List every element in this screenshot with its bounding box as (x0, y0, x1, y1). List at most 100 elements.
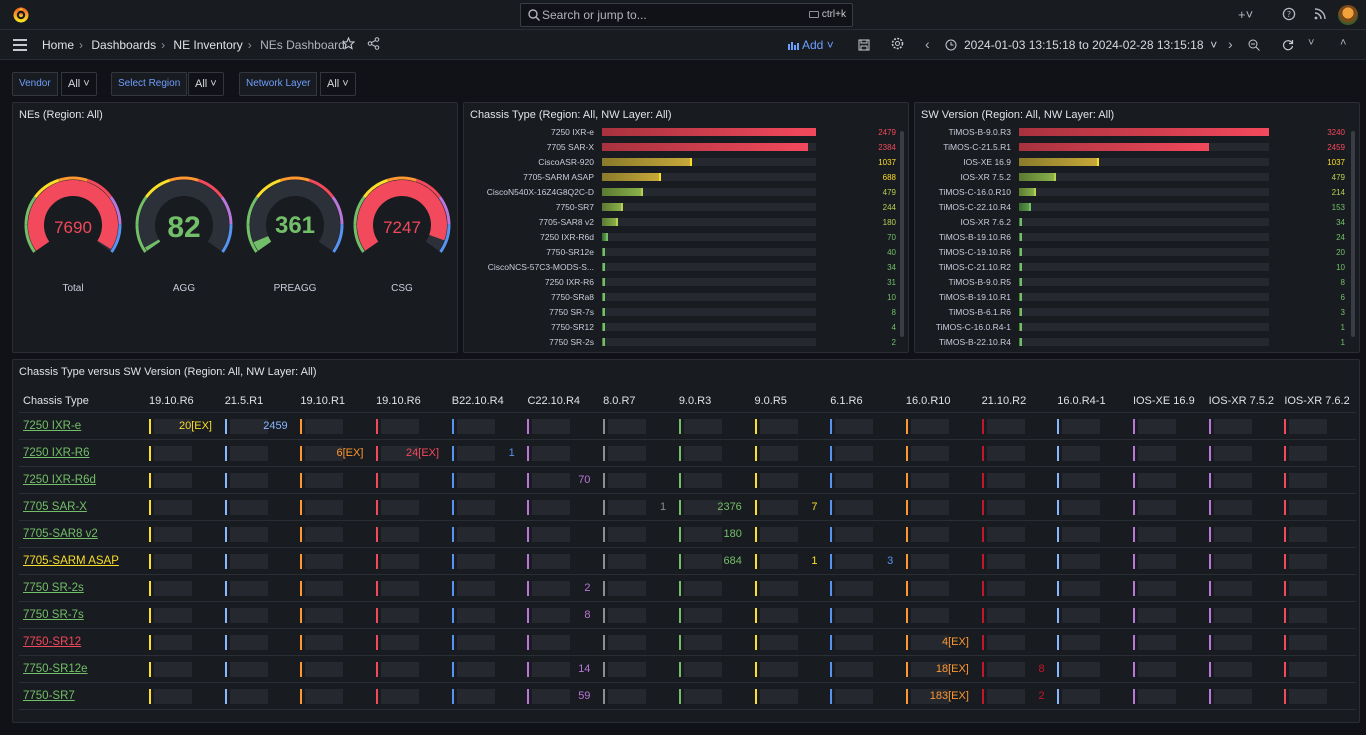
column-header[interactable]: IOS-XR 7.6.2 (1280, 390, 1356, 413)
cell-color-marker (1208, 607, 1211, 623)
column-header[interactable]: 21.5.R1 (220, 390, 297, 413)
cell-bar-track (986, 445, 1025, 461)
bar-value: 34 (1336, 218, 1345, 227)
variable-region-select[interactable]: All ˅ (188, 72, 224, 96)
variable-vendor-select[interactable]: All ˅ (61, 72, 97, 96)
save-icon[interactable] (858, 38, 870, 54)
table-cell (372, 628, 448, 656)
time-range-picker[interactable]: 2024-01-03 13:15:18 to 2024-02-28 13:15:… (964, 38, 1217, 52)
breadcrumb-home[interactable]: Home (42, 38, 74, 52)
menu-icon[interactable] (13, 39, 27, 51)
time-forward-icon[interactable]: › (1228, 36, 1233, 52)
cell-value: 70 (578, 473, 591, 486)
cell-color-marker (905, 688, 908, 704)
cell-bar-track (683, 634, 722, 650)
grafana-logo-icon[interactable] (12, 6, 30, 24)
cell-bar-track (1137, 499, 1176, 515)
share-icon[interactable] (367, 37, 380, 53)
breadcrumb-folder[interactable]: NE Inventory (173, 38, 242, 52)
breadcrumb: Home › Dashboards › NE Inventory › NEs Dash… (42, 38, 345, 52)
cell-color-marker (981, 634, 984, 650)
bar-row: TiMOS-C-16.0.R4-1 1 (915, 320, 1359, 335)
cell-bar-track (381, 472, 420, 488)
table-cell: 1 (750, 547, 827, 575)
refresh-interval-chevron-icon[interactable]: ˅ (1308, 37, 1314, 49)
scrollbar[interactable] (900, 131, 904, 337)
cell-bar-track (910, 472, 949, 488)
cell-bar-track (229, 472, 268, 488)
chassis-type-link[interactable]: 7705-SARM ASAP (19, 547, 145, 575)
cell-color-marker (905, 661, 908, 677)
settings-gear-icon[interactable] (891, 37, 904, 53)
column-header[interactable]: IOS-XE 16.9 (1128, 390, 1205, 413)
chassis-type-link[interactable]: 7250 IXR-R6d (19, 466, 145, 494)
variable-network-layer-select[interactable]: All ˅ (320, 72, 356, 96)
cell-color-marker (149, 445, 151, 461)
collapse-chevron-up-icon[interactable]: ˄ (1340, 37, 1346, 49)
chassis-type-link[interactable]: 7250 IXR-R6 (19, 439, 145, 467)
chassis-type-link[interactable]: 7250 IXR-e (19, 412, 145, 440)
chassis-type-link[interactable]: 7750-SR12e (19, 655, 145, 683)
bar-value: 244 (882, 203, 896, 212)
cell-color-marker (224, 607, 227, 623)
bar-label: 7750-SR7 (555, 202, 594, 212)
column-header[interactable]: 19.10.R6 (372, 390, 448, 413)
cell-color-marker (376, 526, 379, 542)
zoom-out-icon[interactable] (1248, 38, 1260, 54)
cell-bar-track (1213, 580, 1252, 596)
chassis-type-link[interactable]: 7705 SAR-X (19, 493, 145, 521)
plus-icon[interactable]: +˅ (1238, 7, 1253, 22)
table-cell (296, 628, 373, 656)
column-header[interactable]: 21.10.R2 (977, 390, 1054, 413)
table-cell (750, 466, 827, 494)
cell-bar-track (229, 607, 268, 623)
table-cell (145, 493, 221, 521)
column-header[interactable]: 9.0.R3 (674, 390, 751, 413)
column-header[interactable]: 19.10.R1 (296, 390, 373, 413)
column-header[interactable]: 6.1.R6 (826, 390, 902, 413)
chassis-type-link[interactable]: 7750 SR-2s (19, 574, 145, 602)
column-header[interactable]: 16.0.R10 (901, 390, 978, 413)
cell-color-marker (678, 580, 681, 596)
column-header[interactable]: 16.0.R4-1 (1053, 390, 1129, 413)
column-header[interactable]: B22.10.R4 (447, 390, 524, 413)
scrollbar[interactable] (1351, 131, 1355, 337)
column-header[interactable]: 8.0.R7 (599, 390, 675, 413)
chassis-vs-sw-panel: Chassis Type versus SW Version (Region: … (12, 359, 1360, 723)
refresh-icon[interactable] (1282, 38, 1294, 54)
cell-color-marker (981, 472, 984, 488)
gauge-threshold-segment (58, 176, 88, 182)
bar-value: 1037 (878, 158, 896, 167)
help-icon[interactable]: ? (1282, 7, 1296, 24)
chassis-type-link[interactable]: 7705-SAR8 v2 (19, 520, 145, 548)
cell-color-marker (678, 526, 681, 542)
breadcrumb-dashboards[interactable]: Dashboards (91, 38, 156, 52)
cell-value: 18[EX] (935, 662, 969, 675)
cell-color-marker (376, 472, 379, 488)
star-icon[interactable] (341, 36, 356, 53)
cell-color-marker (754, 499, 757, 515)
table-cell (1128, 601, 1205, 629)
chassis-type-link[interactable]: 7750 SR-7s (19, 601, 145, 629)
cell-bar-track (1137, 607, 1176, 623)
cell-color-marker (905, 580, 908, 596)
chassis-type-link[interactable]: 7750-SR12 (19, 628, 145, 656)
bar-fill (602, 233, 609, 241)
column-header-chassis-type[interactable]: Chassis Type (19, 390, 145, 413)
cell-bar-track (532, 445, 571, 461)
search-input[interactable]: Search or jump to... ctrl+k (520, 3, 853, 27)
rss-icon[interactable] (1313, 7, 1327, 24)
column-header[interactable]: 19.10.R6 (145, 390, 221, 413)
column-header[interactable]: IOS-XR 7.5.2 (1204, 390, 1281, 413)
cell-color-marker (1208, 688, 1211, 704)
chassis-type-link[interactable]: 7750-SR7 (19, 682, 145, 710)
add-button[interactable]: Add ˅ (788, 38, 834, 52)
user-avatar[interactable] (1338, 5, 1358, 25)
column-header[interactable]: C22.10.R4 (523, 390, 600, 413)
bar-label: TiMOS-B-9.0.R5 (948, 277, 1011, 287)
time-back-icon[interactable]: ‹ (925, 36, 930, 52)
table-cell (145, 520, 221, 548)
column-header[interactable]: 9.0.R5 (750, 390, 827, 413)
bar-fill (602, 293, 605, 301)
cell-bar-track (910, 499, 949, 515)
